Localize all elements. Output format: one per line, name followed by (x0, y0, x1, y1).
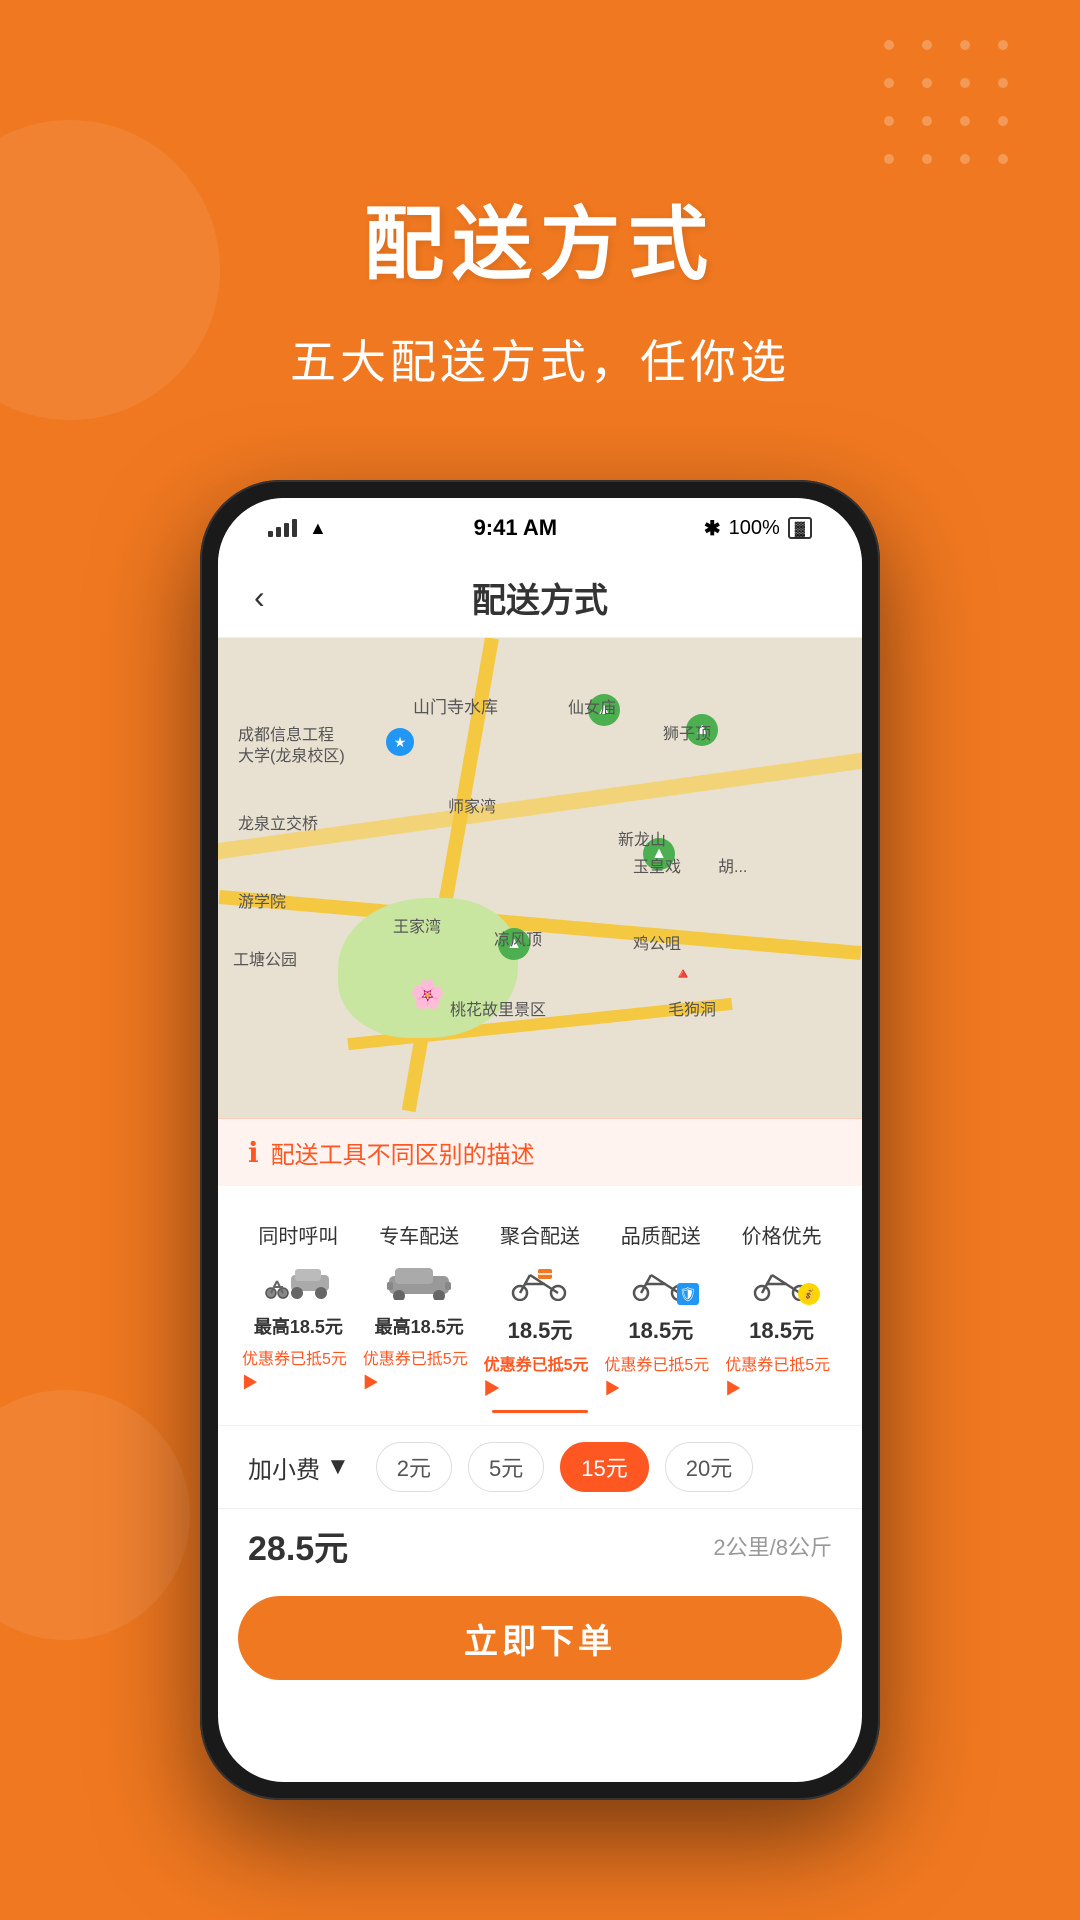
map-area: ▲ ▲ ▲ ▲ ★ 🌸 山门寺水库 成都信息工程大学(龙泉校区) 龙泉立交桥 仙… (218, 638, 862, 1118)
delivery-option-price[interactable]: 价格优先 💰 18.5元 优惠券已抵5元▶ (721, 1210, 842, 1409)
extra-fee-label: 加小费 ▼ (248, 1450, 350, 1485)
map-label-2: 成都信息工程大学(龙泉校区) (238, 726, 345, 768)
status-bar: ▲ 9:41 AM ✱ 100% ▓ (218, 498, 862, 558)
active-underline (492, 1410, 589, 1413)
fee-chip-20[interactable]: 20元 (665, 1442, 753, 1492)
bluetooth-icon: ✱ (704, 516, 721, 541)
order-button[interactable]: 立即下单 (238, 1596, 842, 1680)
option-name-1: 同时呼叫 (258, 1220, 338, 1249)
option-icon-3 (500, 1255, 580, 1307)
option-name-3: 聚合配送 (500, 1220, 580, 1249)
total-price: 28.5元 (248, 1521, 348, 1570)
map-label-4: 仙女庙 (568, 694, 616, 718)
option-coupon-4: 优惠券已抵5元▶ (604, 1351, 717, 1399)
status-right: ✱ 100% ▓ (704, 516, 812, 541)
option-price-4: 18.5元 (628, 1313, 693, 1345)
map-label-3: 龙泉立交桥 (238, 810, 318, 834)
bg-decoration-dots (884, 40, 1020, 176)
delivery-option-exclusive[interactable]: 专车配送 最高18.5元 优惠券已抵5元▶ (359, 1210, 480, 1409)
map-label-16: 胡... (718, 853, 747, 877)
option-coupon-5: 优惠券已抵5元▶ (725, 1351, 838, 1399)
status-time: 9:41 AM (474, 515, 558, 541)
map-marker-5: ★ (386, 728, 414, 756)
page-sub-title: 五大配送方式，任你选 (0, 326, 1080, 392)
option-icon-1 (258, 1255, 338, 1307)
delivery-option-combined[interactable]: 聚合配送 18.5元 优惠券已抵5元▶ (480, 1210, 601, 1409)
option-price-3: 18.5元 (508, 1313, 573, 1345)
option-price-2: 最高18.5元 (375, 1313, 464, 1339)
map-label-13: 鸡公咀 (633, 930, 681, 954)
distance-info: 2公里/8公斤 (713, 1530, 832, 1562)
nav-bar: ‹ 配送方式 (218, 558, 862, 638)
fee-chip-2[interactable]: 2元 (376, 1442, 452, 1492)
map-label-5: 狮子顶 (663, 720, 711, 744)
map-label-17: 🔺 (673, 964, 693, 984)
option-coupon-3: 优惠券已抵5元▶ (484, 1351, 597, 1399)
warning-text: 配送工具不同区别的描述 (271, 1135, 535, 1170)
status-left: ▲ (268, 518, 327, 539)
flower-marker: 🌸 (410, 978, 445, 1011)
page-main-title: 配送方式 (0, 180, 1080, 296)
fee-label-text: 加小费 (248, 1450, 320, 1485)
battery-icon: ▓ (788, 517, 812, 539)
map-label-12: 凉风顶 (494, 926, 542, 950)
option-price-5: 18.5元 (749, 1313, 814, 1345)
delivery-option-simultaneous[interactable]: 同时呼叫 (238, 1210, 359, 1409)
battery-text: 100% (729, 517, 780, 540)
map-label-11: 工塘公园 (233, 946, 297, 970)
price-row: 28.5元 2公里/8公斤 (218, 1508, 862, 1582)
map-label-9: 游学院 (238, 888, 286, 912)
option-price-1: 最高18.5元 (254, 1313, 343, 1339)
fee-dropdown-icon[interactable]: ▼ (326, 1453, 350, 1481)
map-label-10: 王家湾 (393, 913, 441, 937)
phone-screen: ▲ 9:41 AM ✱ 100% ▓ ‹ 配送方式 (218, 498, 862, 1782)
option-icon-2 (379, 1255, 459, 1307)
option-icon-4: 🛡 (621, 1255, 701, 1307)
map-label-8: 玉皇戏 (633, 853, 681, 877)
option-name-2: 专车配送 (379, 1220, 459, 1249)
fee-chip-15[interactable]: 15元 (560, 1442, 648, 1492)
back-button[interactable]: ‹ (254, 579, 265, 616)
fee-options: 2元 5元 15元 20元 (376, 1442, 753, 1492)
signal-icon (268, 519, 297, 537)
map-label-14: 桃花故里景区 (450, 996, 546, 1020)
coin-badge-icon: 💰 (798, 1283, 820, 1305)
option-icon-5: 💰 (742, 1255, 822, 1307)
bg-decoration-circle-bottom (0, 1390, 190, 1640)
map-label-15: 毛狗洞 (668, 996, 716, 1020)
phone-mockup: ▲ 9:41 AM ✱ 100% ▓ ‹ 配送方式 (200, 480, 880, 1800)
option-coupon-2: 优惠券已抵5元▶ (363, 1345, 476, 1393)
header-section: 配送方式 五大配送方式，任你选 (0, 180, 1080, 392)
extra-fee-row: 加小费 ▼ 2元 5元 15元 20元 (218, 1425, 862, 1508)
nav-title: 配送方式 (472, 573, 608, 622)
map-label-6: 师家湾 (448, 793, 496, 817)
shield-badge-icon: 🛡 (677, 1283, 699, 1305)
option-name-4: 品质配送 (621, 1220, 701, 1249)
delivery-option-quality[interactable]: 品质配送 🛡 18.5元 优惠券已抵5元▶ (600, 1210, 721, 1409)
warning-banner: ℹ 配送工具不同区别的描述 (218, 1118, 862, 1186)
phone-outer-frame: ▲ 9:41 AM ✱ 100% ▓ ‹ 配送方式 (200, 480, 880, 1800)
fee-chip-5[interactable]: 5元 (468, 1442, 544, 1492)
option-name-5: 价格优先 (742, 1220, 822, 1249)
warning-icon: ℹ (248, 1136, 259, 1169)
map-label-1: 山门寺水库 (413, 693, 498, 718)
map-label-7: 新龙山 (618, 826, 666, 850)
delivery-options-row: 同时呼叫 (218, 1186, 862, 1425)
option-coupon-1: 优惠券已抵5元▶ (242, 1345, 355, 1393)
wifi-icon: ▲ (309, 518, 327, 539)
